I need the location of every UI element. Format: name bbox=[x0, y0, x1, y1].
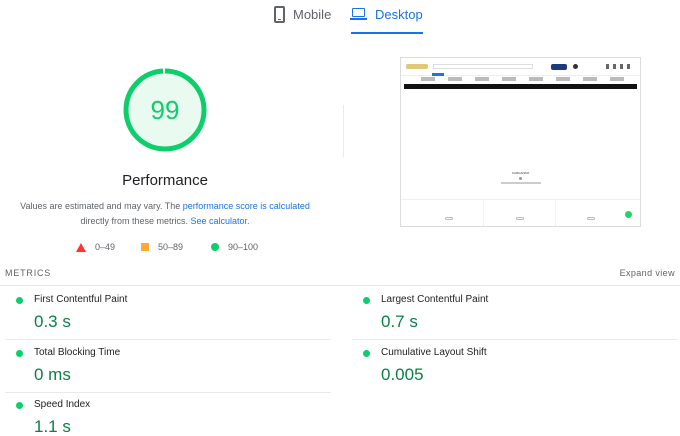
performance-title: Performance bbox=[122, 172, 208, 189]
preview-footer bbox=[401, 199, 640, 226]
metric-label: Total Blocking Time bbox=[34, 347, 121, 358]
preview-loading-text: CARGANDO bbox=[511, 171, 530, 175]
metric-cumulative-layout-shift: Cumulative Layout Shift 0.005 bbox=[352, 340, 678, 393]
phone-icon bbox=[274, 6, 285, 23]
preview-logo bbox=[406, 64, 428, 69]
metric-total-blocking-time: Total Blocking Time 0 ms bbox=[5, 340, 331, 393]
legend-average: 50–89 bbox=[141, 242, 183, 252]
metrics-header: METRICS Expand view bbox=[0, 262, 680, 286]
divider bbox=[343, 105, 344, 157]
metric-speed-index: Speed Index 1.1 s bbox=[5, 392, 331, 436]
preview-button bbox=[551, 64, 567, 70]
device-tabs: Mobile Desktop bbox=[0, 0, 680, 34]
preview-spinner-icon bbox=[519, 177, 522, 180]
metric-value: 0.3 s bbox=[34, 312, 71, 331]
preview-header-icons bbox=[606, 64, 634, 69]
performance-score: 99 bbox=[150, 94, 180, 125]
circle-icon bbox=[211, 243, 219, 251]
metrics-title: METRICS bbox=[5, 268, 52, 278]
preview-nav bbox=[421, 77, 636, 81]
metric-label: Largest Contentful Paint bbox=[381, 294, 489, 305]
preview-nav-tag bbox=[432, 73, 444, 76]
score-legend: 0–49 50–89 90–100 bbox=[0, 242, 330, 256]
pass-circle-icon bbox=[363, 350, 370, 357]
pass-circle-icon bbox=[363, 297, 370, 304]
expand-view-button[interactable]: Expand view bbox=[620, 268, 675, 278]
preview-footer-icon bbox=[445, 217, 453, 220]
metric-label: First Contentful Paint bbox=[34, 294, 128, 305]
pass-circle-icon bbox=[16, 297, 23, 304]
score-calculated-link[interactable]: performance score is calculated bbox=[183, 201, 310, 211]
tab-desktop-label: Desktop bbox=[375, 7, 423, 22]
laptop-icon bbox=[350, 8, 367, 22]
metric-label: Cumulative Layout Shift bbox=[381, 347, 487, 358]
performance-gauge: 99 bbox=[122, 67, 208, 153]
page-screenshot-preview[interactable]: CARGANDO bbox=[400, 57, 641, 227]
metric-value: 0 ms bbox=[34, 365, 71, 384]
pass-circle-icon bbox=[16, 402, 23, 409]
metric-value: 1.1 s bbox=[34, 417, 71, 436]
preview-footer-icon bbox=[587, 217, 595, 220]
preview-search bbox=[433, 64, 533, 69]
square-icon bbox=[141, 243, 149, 251]
tab-mobile-label: Mobile bbox=[293, 7, 332, 22]
preview-loading-subtext bbox=[501, 182, 541, 184]
triangle-icon bbox=[76, 242, 86, 252]
metric-value: 0.7 s bbox=[381, 312, 418, 331]
metric-label: Speed Index bbox=[34, 399, 91, 410]
whatsapp-icon bbox=[625, 211, 632, 218]
legend-pass: 90–100 bbox=[211, 242, 258, 252]
legend-fail: 0–49 bbox=[76, 242, 115, 252]
performance-note: Values are estimated and may vary. The p… bbox=[20, 201, 310, 226]
metric-value: 0.005 bbox=[381, 365, 424, 384]
see-calculator-link[interactable]: See calculator bbox=[190, 216, 247, 226]
preview-phone-icon bbox=[573, 64, 578, 69]
tab-mobile[interactable]: Mobile bbox=[274, 6, 331, 34]
preview-banner bbox=[404, 84, 637, 89]
metric-first-contentful-paint: First Contentful Paint 0.3 s bbox=[5, 287, 331, 340]
pass-circle-icon bbox=[16, 350, 23, 357]
metric-largest-contentful-paint: Largest Contentful Paint 0.7 s bbox=[352, 287, 678, 340]
preview-footer-icon bbox=[516, 217, 524, 220]
tab-desktop[interactable]: Desktop bbox=[350, 6, 423, 34]
